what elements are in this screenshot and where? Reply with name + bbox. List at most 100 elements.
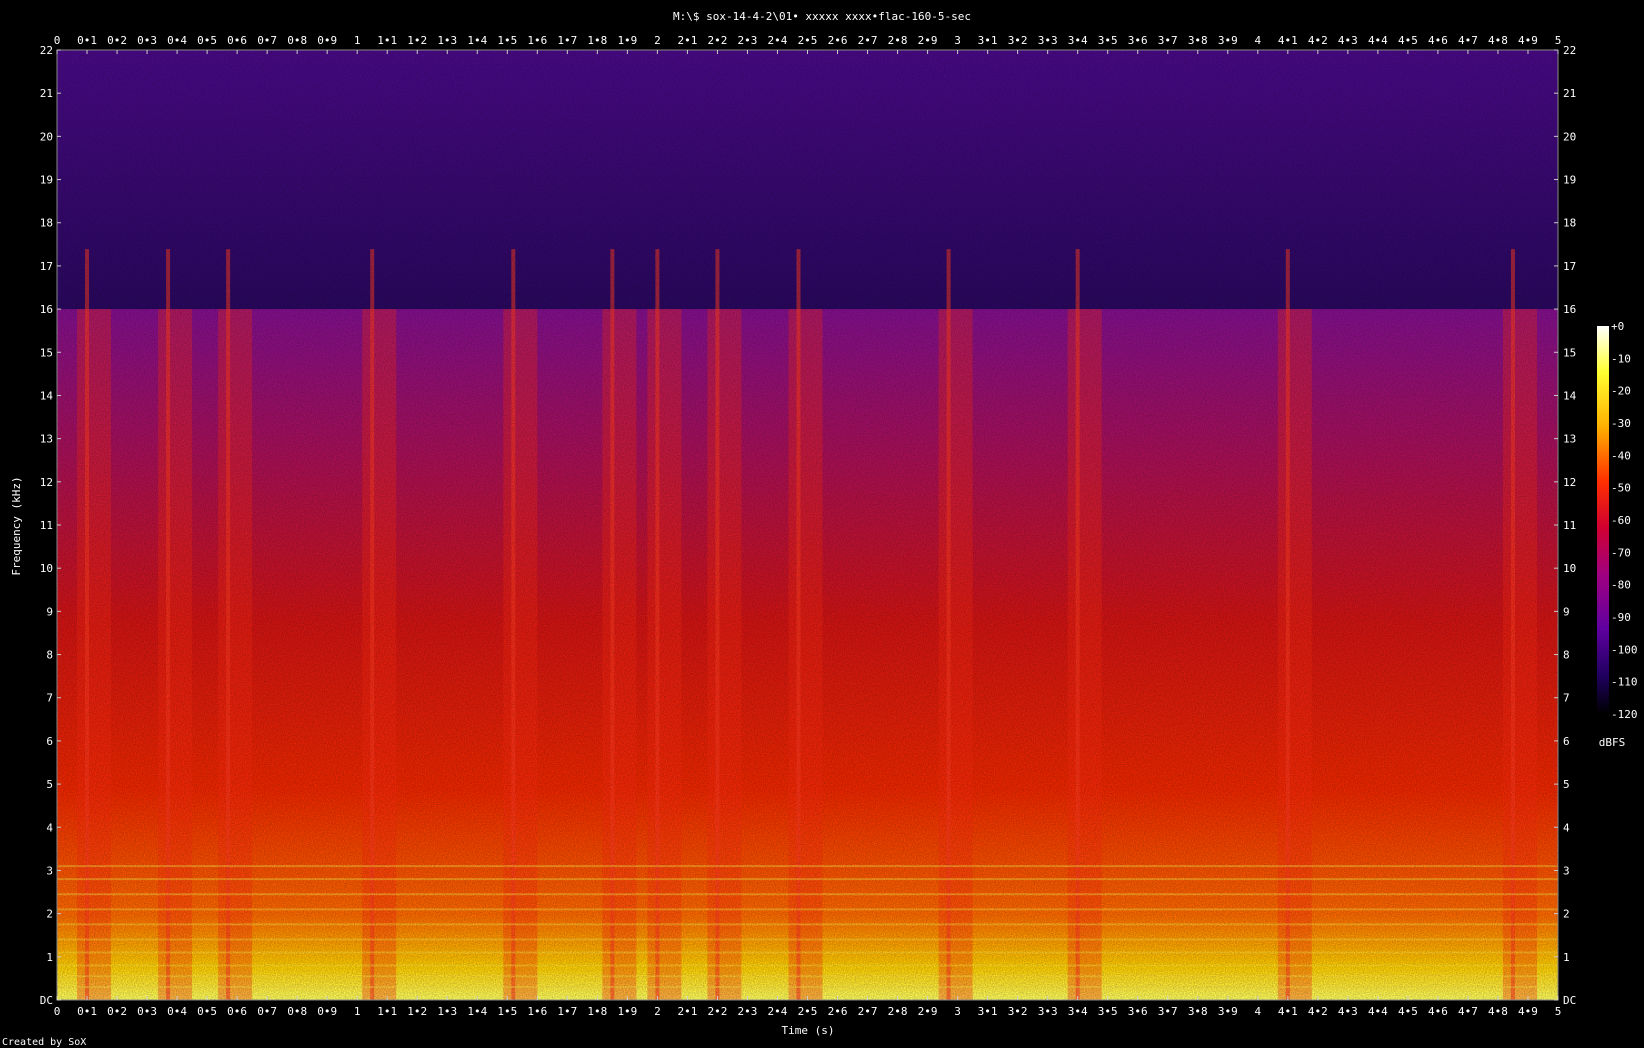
y-tick-label: 10 (40, 562, 53, 575)
y-tick-label: 6 (1563, 735, 1570, 748)
x-tick-label: 2•3 (738, 34, 758, 47)
y-tick-label: 22 (1563, 44, 1576, 57)
y-tick-label: 12 (40, 476, 53, 489)
colorbar-tick-label: +0 (1611, 320, 1624, 333)
x-tick-label: 2•4 (768, 1005, 788, 1018)
y-tick-label: 18 (1563, 217, 1576, 230)
x-tick-label: 1•4 (467, 1005, 487, 1018)
x-tick-label: 1•1 (377, 1005, 397, 1018)
x-tick-label: 3•8 (1188, 34, 1208, 47)
y-tick-label: 10 (1563, 562, 1576, 575)
x-tick-label: 3•2 (1008, 1005, 1028, 1018)
x-tick-label: 3•7 (1158, 1005, 1178, 1018)
x-tick-label: 0•2 (107, 34, 127, 47)
x-tick-label: 0•9 (317, 1005, 337, 1018)
colorbar-ticks: +0 -10 -20 -30 -40 -50 -60 -70 -80 -90 -100 -110 -12… (1611, 320, 1638, 721)
x-tick-label: 4•4 (1368, 1005, 1388, 1018)
x-tick-label: 0•3 (137, 1005, 157, 1018)
x-tick-label: 2•2 (708, 1005, 728, 1018)
chart-title: M:\$ sox-14-4-2\01• xxxxx xxxx•flac-160-… (673, 10, 971, 23)
x-tick-label: 0•1 (77, 1005, 97, 1018)
y-tick-label: 1 (46, 951, 53, 964)
plot-area (57, 50, 1558, 1000)
x-tick-label: 4•7 (1458, 1005, 1478, 1018)
y-tick-label: 4 (1563, 821, 1570, 834)
colorbar-tick-label: -90 (1611, 611, 1631, 624)
x-tick-label: 3•7 (1158, 34, 1178, 47)
y-tick-label: DC (1563, 994, 1576, 1007)
x-tick-label: 0 (54, 1005, 61, 1018)
y-tick-label: 21 (40, 87, 53, 100)
x-tick-label: 4•2 (1308, 1005, 1328, 1018)
y-tick-label: 16 (1563, 303, 1576, 316)
x-tick-label: 2•6 (828, 34, 848, 47)
x-tick-label: 3•6 (1128, 1005, 1148, 1018)
colorbar (1597, 326, 1609, 714)
colorbar-tick-label: -10 (1611, 352, 1631, 365)
colorbar-tick-label: -50 (1611, 482, 1631, 495)
x-tick-label: 3•3 (1038, 1005, 1058, 1018)
spectrogram-chart: M:\$ sox-14-4-2\01• xxxxx xxxx•flac-160-… (2, 10, 1638, 1048)
x-tick-label: 4•1 (1278, 1005, 1298, 1018)
y-tick-label: 13 (1563, 433, 1576, 446)
y-tick-label: 22 (40, 44, 53, 57)
y-tick-label: 3 (46, 864, 53, 877)
x-tick-label: 4 (1254, 34, 1261, 47)
x-tick-label: 0•5 (197, 1005, 217, 1018)
x-tick-label: 1•5 (497, 34, 517, 47)
x-tick-label: 1•9 (617, 1005, 637, 1018)
x-tick-label: 0•7 (257, 1005, 277, 1018)
colorbar-label: dBFS (1599, 736, 1626, 749)
x-tick-label: 2•2 (708, 34, 728, 47)
y-tick-label: 9 (1563, 605, 1570, 618)
x-tick-label: 3 (954, 34, 961, 47)
x-tick-label: 2•1 (677, 1005, 697, 1018)
x-tick-label: 4•2 (1308, 34, 1328, 47)
y-tick-label: 11 (1563, 519, 1576, 532)
x-tick-label: 5 (1555, 34, 1562, 47)
y-tick-label: 5 (46, 778, 53, 791)
x-tick-label: 3•2 (1008, 34, 1028, 47)
y-axis-label: Frequency (kHz) (10, 476, 23, 575)
y-tick-label: 20 (1563, 130, 1576, 143)
x-tick-label: 0•6 (227, 1005, 247, 1018)
x-tick-label: 3•1 (978, 1005, 998, 1018)
x-tick-label: 2•1 (677, 34, 697, 47)
x-tick-label: 2•5 (798, 1005, 818, 1018)
y-tick-label: DC (40, 994, 53, 1007)
y-tick-label: 4 (46, 821, 53, 834)
x-tick-label: 3•4 (1068, 1005, 1088, 1018)
x-tick-label: 4•8 (1488, 1005, 1508, 1018)
x-tick-label: 4•5 (1398, 1005, 1418, 1018)
x-tick-label: 2•7 (858, 34, 878, 47)
y-tick-label: 9 (46, 605, 53, 618)
x-tick-label: 3•4 (1068, 34, 1088, 47)
x-tick-label: 0•4 (167, 1005, 187, 1018)
x-tick-label: 2 (654, 1005, 661, 1018)
x-tick-label: 1 (354, 34, 361, 47)
x-tick-label: 0•5 (197, 34, 217, 47)
y-tick-label: 19 (40, 174, 53, 187)
x-tick-label: 4•8 (1488, 34, 1508, 47)
x-tick-label: 2•9 (918, 1005, 938, 1018)
x-tick-label: 1•7 (557, 34, 577, 47)
y-tick-label: 15 (40, 346, 53, 359)
y-tick-label: 21 (1563, 87, 1576, 100)
x-tick-label: 3•9 (1218, 1005, 1238, 1018)
x-tick-label: 4 (1254, 1005, 1261, 1018)
y-tick-label: 20 (40, 130, 53, 143)
y-tick-label: 18 (40, 217, 53, 230)
x-tick-label: 5 (1555, 1005, 1562, 1018)
y-tick-label: 11 (40, 519, 53, 532)
colorbar-tick-label: -100 (1611, 643, 1638, 656)
x-tick-label: 4•5 (1398, 34, 1418, 47)
x-tick-label: 1•6 (527, 1005, 547, 1018)
colorbar-tick-label: -110 (1611, 676, 1638, 689)
credit-note: Created by SoX (2, 1037, 86, 1048)
y-tick-label: 2 (1563, 908, 1570, 921)
x-tick-label: 3•5 (1098, 34, 1118, 47)
y-tick-label: 8 (1563, 649, 1570, 662)
y-tick-label: 5 (1563, 778, 1570, 791)
x-tick-label: 1•7 (557, 1005, 577, 1018)
x-tick-label: 1•2 (407, 1005, 427, 1018)
